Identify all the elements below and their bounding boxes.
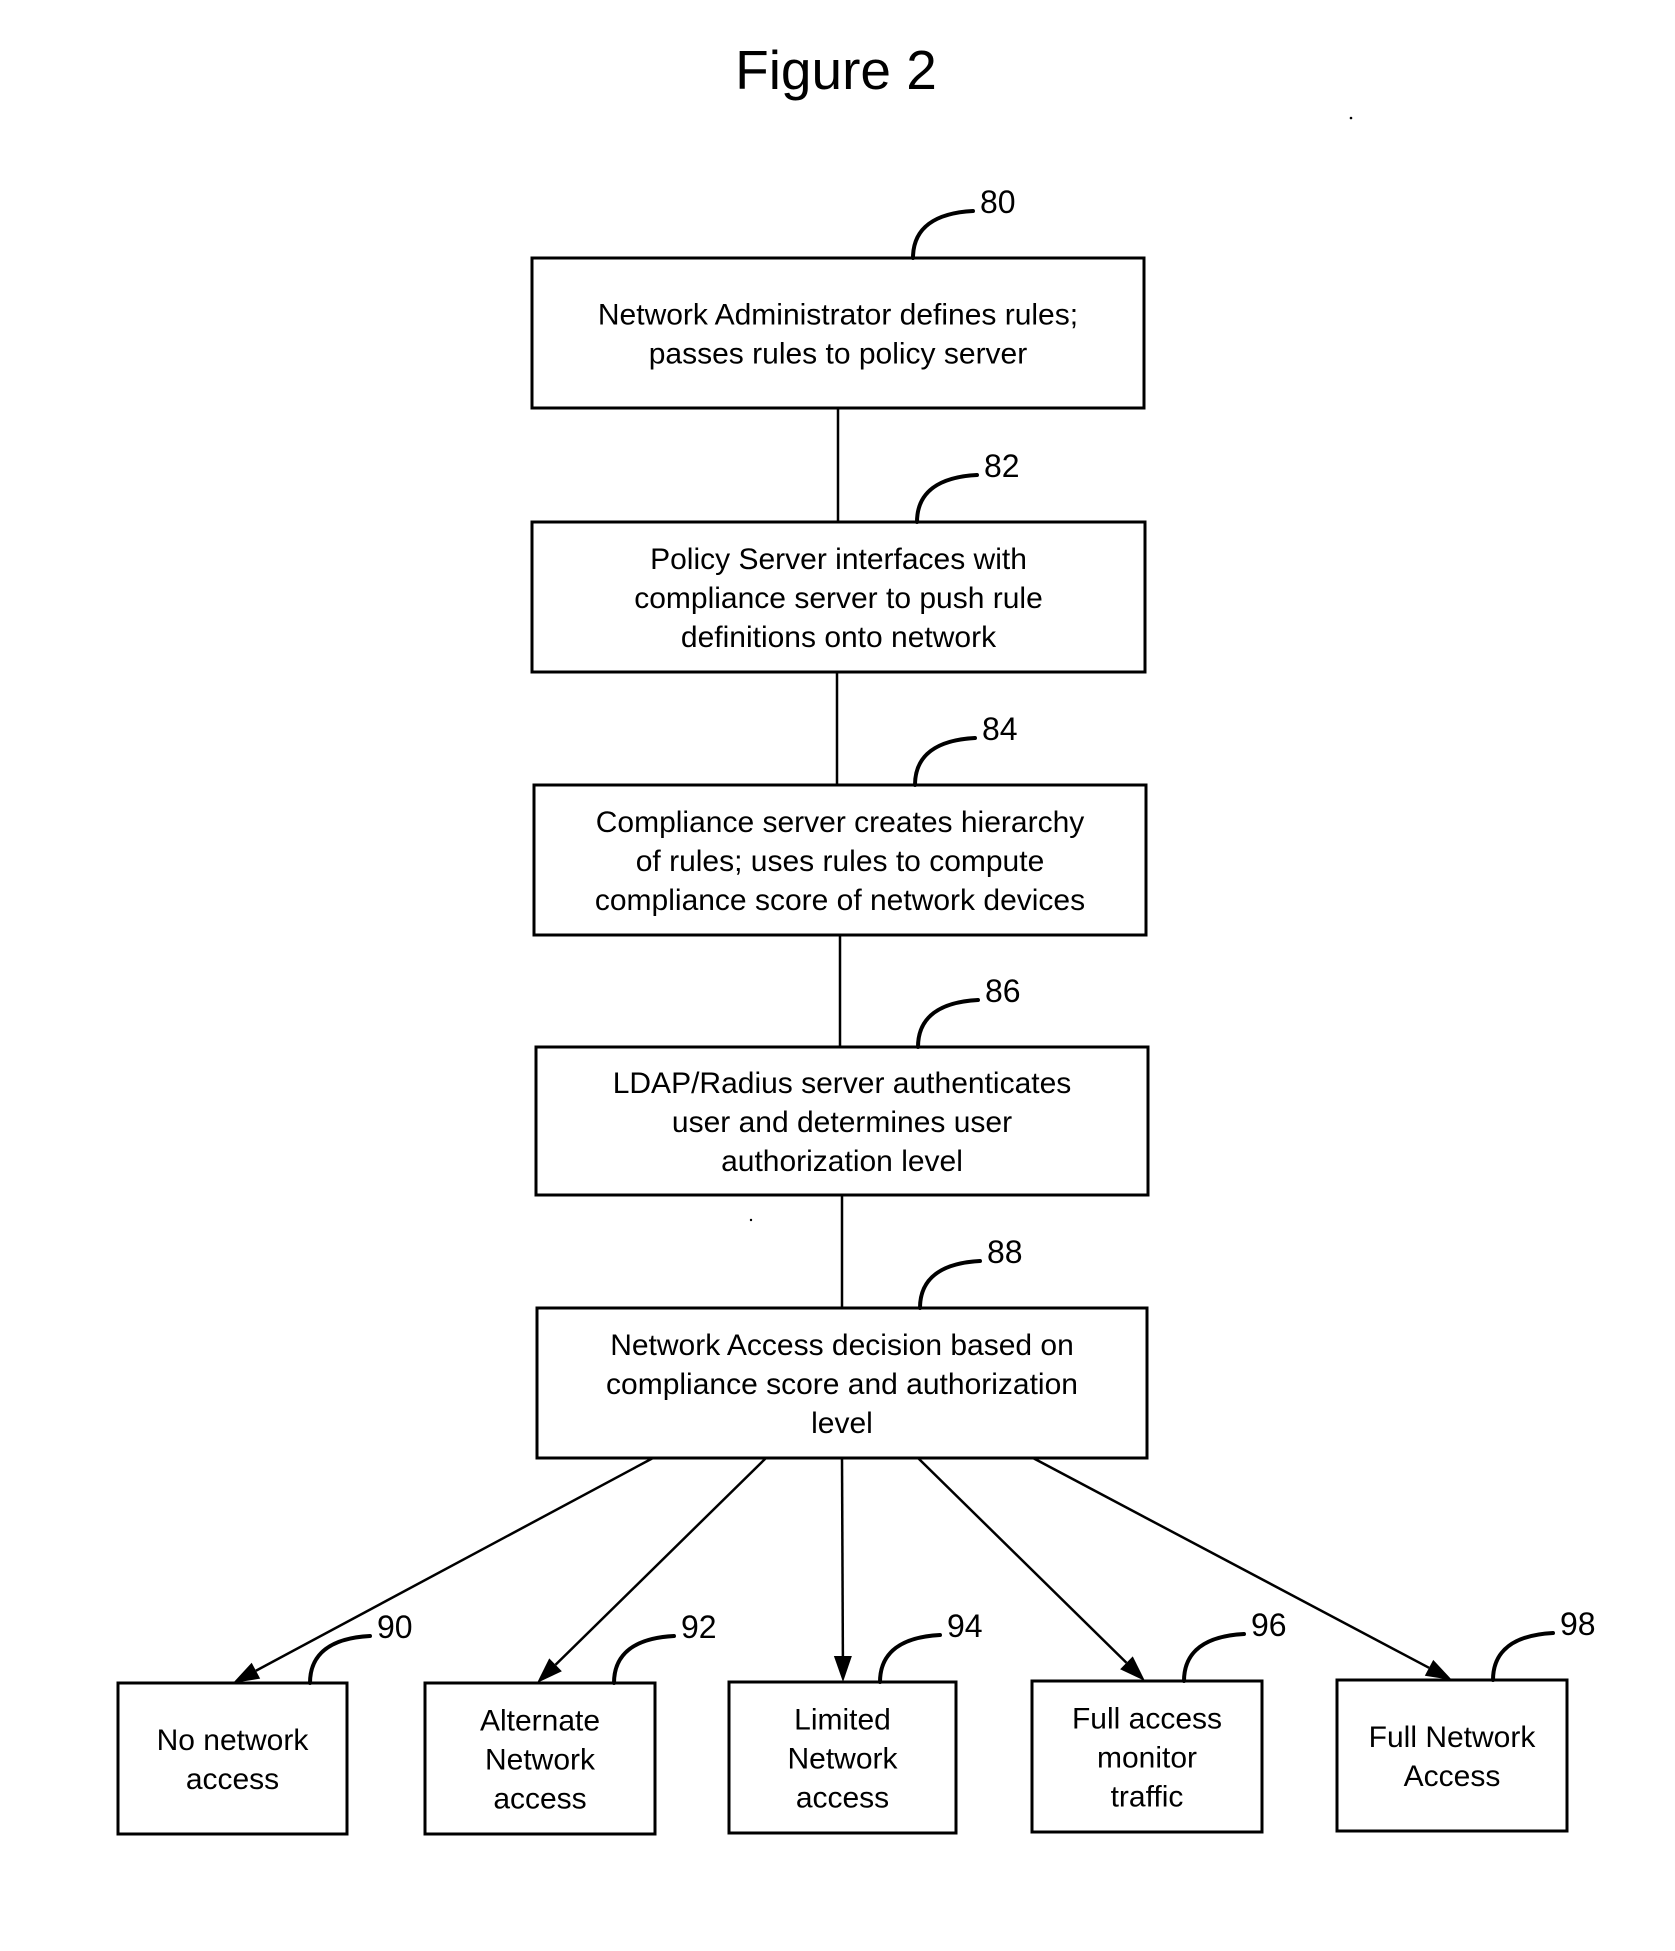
reference-leader-line bbox=[911, 209, 975, 260]
reference-leader-line bbox=[612, 1634, 676, 1685]
outcome-96-label-line: monitor bbox=[1097, 1742, 1197, 1775]
reference-number: 84 bbox=[982, 711, 1018, 747]
outcome-94-label-line: Network bbox=[787, 1743, 898, 1776]
outcome-98-label-line: Full Network bbox=[1369, 1721, 1537, 1754]
scan-speck bbox=[1349, 116, 1353, 120]
figure-title: Figure 2 bbox=[735, 39, 937, 101]
arrowhead-icon bbox=[1424, 1659, 1452, 1680]
step-86: LDAP/Radius server authenticates user and… bbox=[534, 973, 1150, 1197]
outcome-98-label-line: Access bbox=[1404, 1760, 1501, 1793]
reference-number: 96 bbox=[1251, 1607, 1287, 1643]
arrowhead-icon bbox=[833, 1655, 852, 1682]
reference-number: 98 bbox=[1560, 1606, 1596, 1642]
process-steps: Network Administrator defines rules; pass… bbox=[530, 184, 1150, 1460]
outcome-90-label-line: access bbox=[186, 1763, 279, 1796]
reference-leader-line bbox=[308, 1634, 372, 1685]
reference-leader-line bbox=[915, 473, 979, 524]
step-84: Compliance server creates hierarchy of ru… bbox=[532, 711, 1148, 937]
outcome-96-label-line: Full access bbox=[1072, 1703, 1222, 1736]
reference-leader-line bbox=[878, 1633, 942, 1684]
step-88-label-line: Network Access decision based on bbox=[610, 1329, 1074, 1362]
outcome-90: No network access 90 bbox=[116, 1609, 413, 1836]
reference-number: 86 bbox=[985, 973, 1021, 1009]
scan-speck bbox=[749, 1218, 753, 1222]
decision-arrow-line bbox=[554, 1457, 767, 1666]
step-82-label: Policy Server interfaces with compliance … bbox=[634, 543, 1043, 654]
outcome-92-label-line: access bbox=[493, 1783, 586, 1816]
reference-leader-line bbox=[913, 736, 977, 787]
reference-number: 90 bbox=[377, 1609, 413, 1645]
step-80-box bbox=[530, 256, 1146, 410]
step-88-label-line: compliance score and authorization bbox=[606, 1368, 1078, 1401]
reference-number: 92 bbox=[681, 1609, 717, 1645]
reference-number: 94 bbox=[947, 1608, 983, 1644]
outcome-94-label-line: Limited bbox=[794, 1704, 891, 1737]
outcome-94-label: Limited Network access bbox=[787, 1704, 898, 1815]
arrowhead-icon bbox=[233, 1662, 261, 1683]
step-88-label-line: level bbox=[811, 1407, 873, 1440]
outcome-96: Full access monitor traffic 96 bbox=[1030, 1607, 1287, 1834]
outcome-92-label-line: Network bbox=[485, 1744, 596, 1777]
access-outcomes: No network access 90 Alternate Network access… bbox=[116, 1606, 1596, 1836]
reference-number: 82 bbox=[984, 448, 1020, 484]
step-86-label-line: LDAP/Radius server authenticates bbox=[613, 1067, 1072, 1100]
step-80: Network Administrator defines rules; pass… bbox=[530, 184, 1146, 410]
reference-number: 80 bbox=[980, 184, 1016, 220]
outcome-92-label: Alternate Network access bbox=[480, 1705, 600, 1816]
reference-number: 88 bbox=[987, 1234, 1023, 1270]
decision-arrow-line bbox=[840, 1457, 845, 1657]
outcome-90-label-line: No network bbox=[157, 1724, 310, 1757]
step-86-label-line: authorization level bbox=[721, 1145, 963, 1178]
outcome-92: Alternate Network access 92 bbox=[423, 1609, 717, 1836]
step-84-label: Compliance server creates hierarchy of ru… bbox=[595, 806, 1085, 917]
outcome-92-label-line: Alternate bbox=[480, 1705, 600, 1738]
step-82-label-line: Policy Server interfaces with bbox=[650, 543, 1027, 576]
reference-leader-line bbox=[916, 998, 980, 1049]
step-82-label-line: definitions onto network bbox=[681, 621, 997, 654]
step-82-label-line: compliance server to push rule bbox=[634, 582, 1043, 615]
decision-arrow-line bbox=[255, 1456, 654, 1672]
step-84-label-line: of rules; uses rules to compute bbox=[636, 845, 1045, 878]
outcome-94-label-line: access bbox=[796, 1782, 889, 1815]
reference-leader-line bbox=[918, 1259, 982, 1310]
reference-leader-line bbox=[1491, 1631, 1555, 1682]
step-84-label-line: Compliance server creates hierarchy bbox=[596, 806, 1085, 839]
outcome-94: Limited Network access 94 bbox=[727, 1608, 983, 1835]
flowchart-canvas: Figure 2 Network Administrator defines r… bbox=[116, 39, 1596, 1836]
step-84-label-line: compliance score of network devices bbox=[595, 884, 1085, 917]
reference-leader-line bbox=[1182, 1632, 1246, 1683]
outcome-90-box bbox=[116, 1681, 349, 1836]
outcome-98-box bbox=[1335, 1678, 1569, 1833]
step-80-label-line: Network Administrator defines rules; bbox=[598, 299, 1078, 332]
outcome-96-label-line: traffic bbox=[1111, 1781, 1184, 1814]
step-86-label-line: user and determines user bbox=[672, 1106, 1012, 1139]
step-80-label-line: passes rules to policy server bbox=[649, 338, 1028, 371]
decision-arrows bbox=[233, 1456, 1452, 1683]
